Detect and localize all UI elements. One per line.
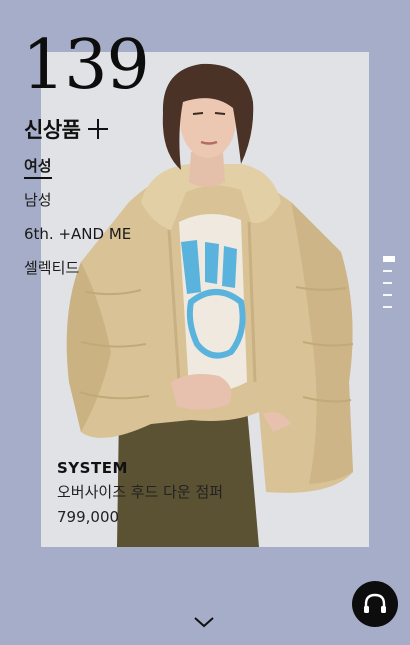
product-count: 139 [22,26,150,105]
headset-icon [364,593,386,613]
product-price: 799,000 [57,508,120,526]
product-brand: SYSTEM [57,459,128,477]
product-name: 오버사이즈 후드 다운 점퍼 [57,483,224,501]
pager-dot[interactable] [383,294,392,296]
category-menu: 여성 남성 6th. +AND ME 셀렉티드 [24,155,131,291]
menu-item-women[interactable]: 여성 [24,155,131,189]
pager-dot[interactable] [383,270,392,272]
pager-dot[interactable] [383,282,392,284]
category-title[interactable]: 신상품 [24,114,109,144]
chevron-down-icon [194,617,214,628]
plus-icon[interactable] [88,119,109,139]
support-button[interactable] [352,581,398,627]
menu-item-men[interactable]: 남성 [24,189,131,223]
scroll-down-button[interactable] [193,614,215,628]
product-info[interactable]: SYSTEM 오버사이즈 후드 다운 점퍼 799,000 [57,457,223,529]
page: 139 신상품 여성 남성 6th. +AND ME 셀렉티드 SYSTEM 오… [0,0,410,645]
menu-item-selected[interactable]: 셀렉티드 [24,257,131,291]
pager-dot[interactable] [383,306,392,308]
slide-pager [383,256,395,318]
category-title-label: 신상품 [24,118,81,142]
menu-item-6th-and-me[interactable]: 6th. +AND ME [24,223,131,257]
pager-dot-active[interactable] [383,256,395,262]
